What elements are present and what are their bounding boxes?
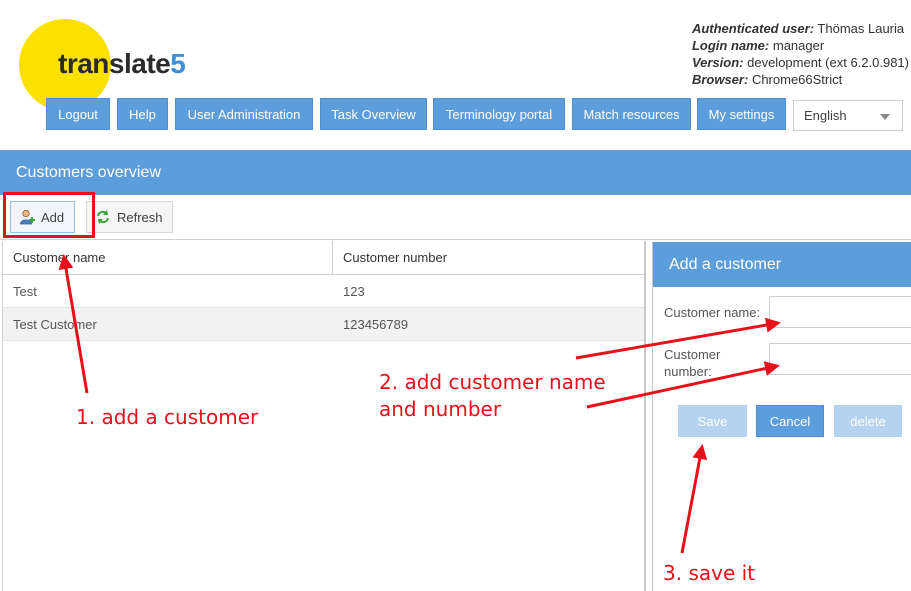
cell-customer-name: Test Customer (13, 316, 97, 332)
customer-name-input[interactable] (769, 296, 911, 328)
refresh-button[interactable]: Refresh (86, 201, 173, 233)
annotation-step-2: 2. add customer name and number (379, 370, 606, 421)
version-value: development (ext 6.2.0.981) (747, 55, 909, 70)
user-info: Authenticated user: Thömas Lauria Login … (692, 20, 909, 88)
authenticated-label: Authenticated user: (691, 21, 815, 36)
table-row[interactable]: Test Customer 123456789 (3, 308, 644, 341)
cancel-button[interactable]: Cancel (756, 405, 824, 437)
login-value: manager (772, 38, 825, 53)
grid-header: Customer name Customer number (3, 241, 644, 275)
delete-button[interactable]: delete (834, 405, 902, 437)
version-label: Version: (691, 55, 744, 70)
browser-value: Chrome66Strict (751, 72, 843, 87)
panel-title: Customers overview (0, 150, 911, 195)
customer-number-input[interactable] (769, 343, 911, 375)
highlight-box (3, 192, 95, 238)
authenticated-value: Thömas Lauria (817, 21, 905, 36)
save-button[interactable]: Save (678, 405, 747, 437)
logout-button[interactable]: Logout (46, 98, 110, 130)
task-overview-button[interactable]: Task Overview (320, 98, 427, 130)
terminology-portal-button[interactable]: Terminology portal (433, 98, 565, 130)
form-title: Add a customer (653, 242, 911, 287)
match-resources-button[interactable]: Match resources (572, 98, 691, 130)
language-value: English (804, 108, 847, 123)
cell-customer-number: 123 (343, 283, 365, 299)
add-customer-panel: Add a customer Customer name: Customer n… (652, 241, 911, 591)
user-administration-button[interactable]: User Administration (175, 98, 313, 130)
browser-label: Browser: (691, 72, 749, 87)
customer-name-label: Customer name: (664, 305, 761, 320)
cell-customer-name: Test (13, 283, 37, 299)
column-header-customer-number[interactable]: Customer number (333, 241, 644, 274)
table-row[interactable]: Test 123 (3, 275, 644, 308)
language-select[interactable]: English (793, 100, 903, 131)
login-label: Login name: (691, 38, 770, 53)
refresh-icon (95, 209, 111, 225)
chevron-down-icon (880, 114, 890, 120)
column-header-customer-name[interactable]: Customer name (3, 241, 333, 274)
app-logo: translate5 (58, 48, 186, 79)
customer-number-label: Customer number: (664, 347, 721, 379)
help-button[interactable]: Help (117, 98, 168, 130)
cell-customer-number: 123456789 (343, 316, 409, 332)
my-settings-button[interactable]: My settings (697, 98, 786, 130)
annotation-step-3: 3. save it (663, 561, 756, 585)
annotation-step-1: 1. add a customer (76, 405, 259, 429)
refresh-button-label: Refresh (117, 209, 163, 225)
